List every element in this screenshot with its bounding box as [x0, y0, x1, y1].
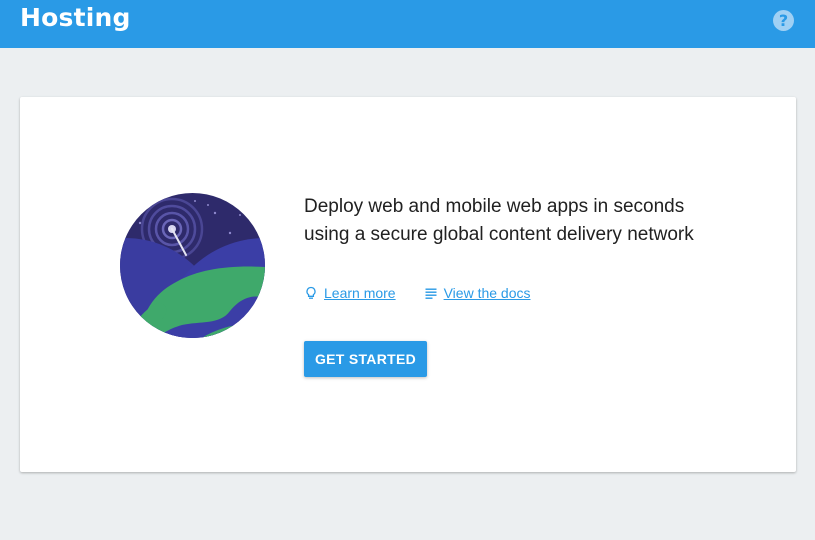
page-title: Hosting [20, 3, 131, 32]
hosting-description: Deploy web and mobile web apps in second… [304, 196, 694, 245]
learn-more-label: Learn more [324, 285, 396, 301]
help-links: Learn more View the docs [304, 283, 531, 303]
get-started-button[interactable]: GET STARTED [304, 341, 427, 377]
view-docs-link[interactable]: View the docs [424, 285, 531, 301]
view-docs-label: View the docs [443, 285, 531, 301]
docs-icon [425, 288, 437, 299]
learn-more-link[interactable]: Learn more [304, 285, 396, 301]
hosting-card: Deploy web and mobile web apps in second… [20, 97, 796, 472]
app-header: Hosting ? [0, 0, 815, 48]
lightbulb-icon [306, 286, 316, 299]
help-icon[interactable]: ? [773, 10, 794, 31]
globe-satellite-icon [120, 193, 265, 338]
